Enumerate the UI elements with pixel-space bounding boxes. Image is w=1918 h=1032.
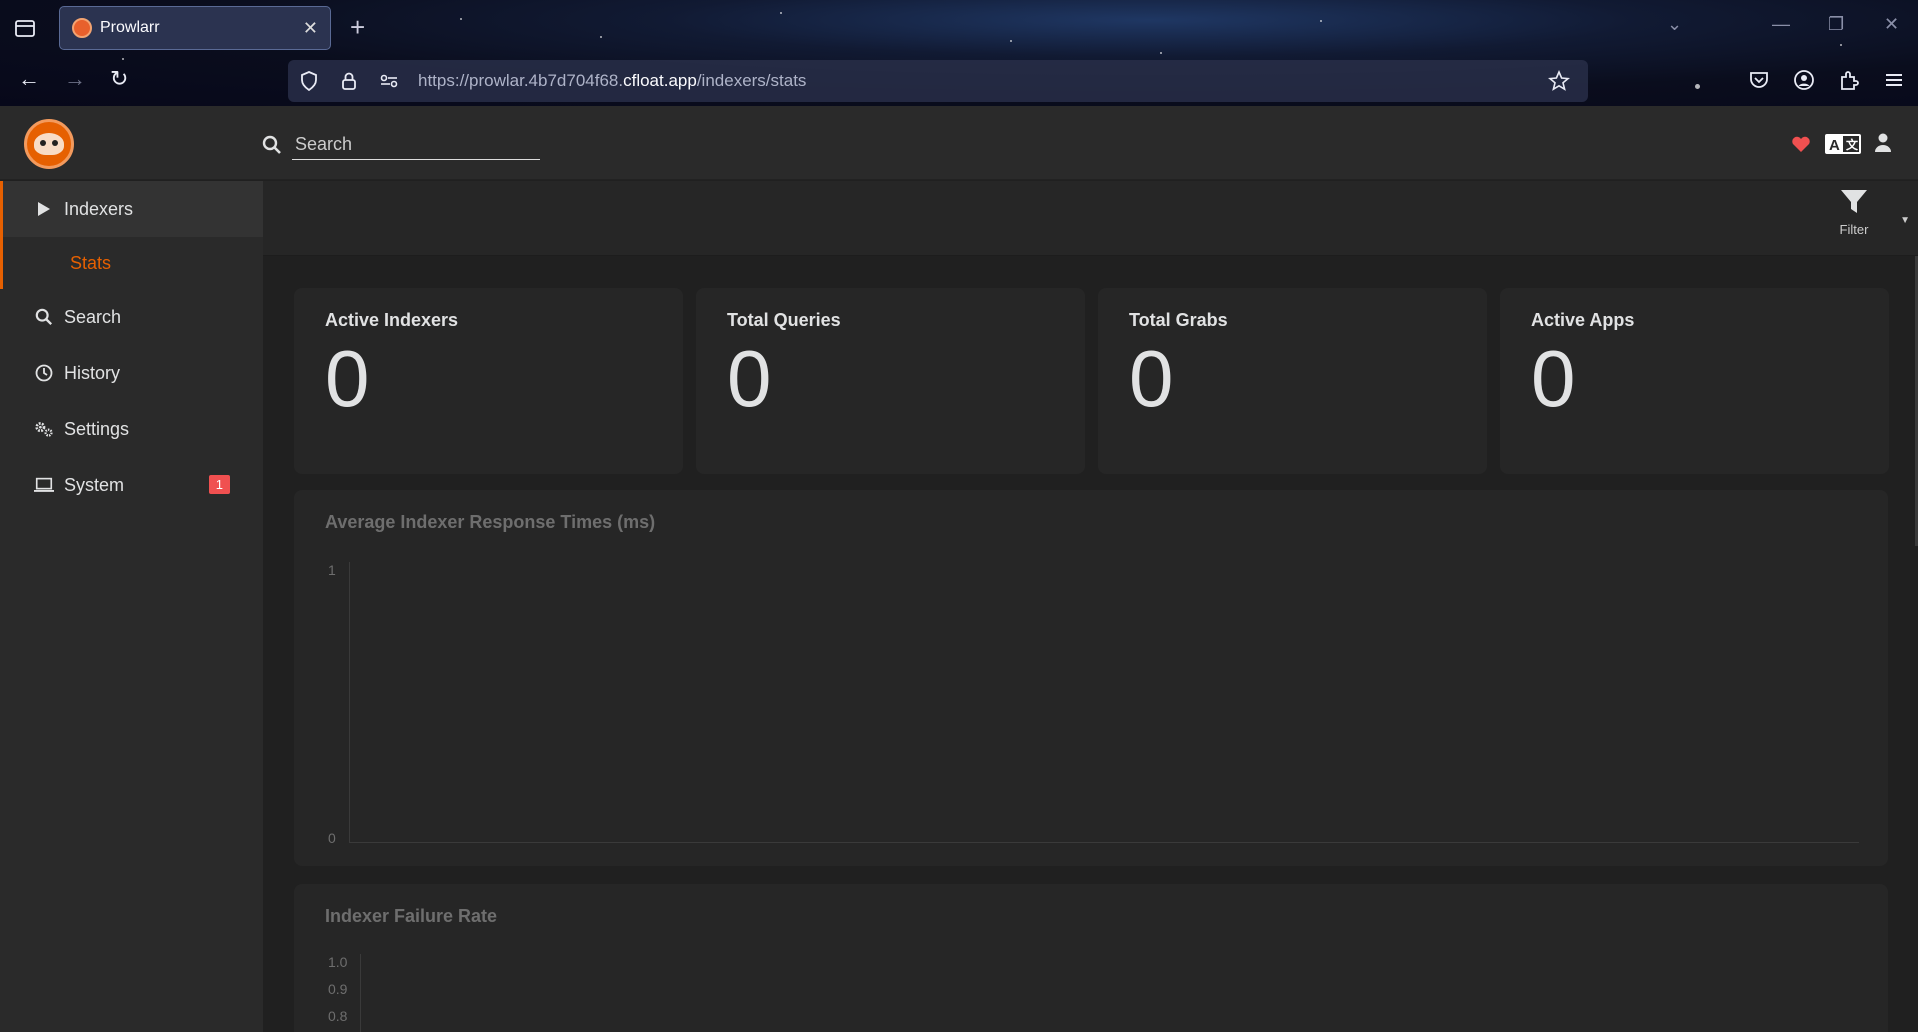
sidebar-item-label: Search (64, 306, 122, 327)
stat-value: 0 (1129, 334, 1174, 423)
reload-icon[interactable]: ↻ (110, 66, 128, 92)
stat-card-total-queries: Total Queries 0 (696, 288, 1085, 474)
chart-plot-area (349, 562, 1859, 843)
filter-icon (1841, 190, 1867, 213)
header-search (262, 130, 540, 160)
heart-icon[interactable] (1791, 135, 1811, 153)
search-input[interactable] (292, 130, 540, 160)
sidebar-item-settings[interactable]: Settings (0, 401, 263, 457)
forward-icon[interactable]: → (64, 66, 86, 92)
sidebar-item-label: Settings (64, 418, 130, 439)
chart-plot-area (360, 954, 361, 1032)
prowlarr-logo[interactable] (24, 119, 74, 169)
sidebar-item-indexers[interactable]: Indexers (0, 181, 263, 237)
browser-chrome: Prowlarr ✕ + ⌄ — ❐ ✕ ← → ↻ https://prowl… (0, 0, 1918, 106)
stat-label: Active Indexers (325, 310, 459, 330)
permissions-icon[interactable] (378, 70, 400, 92)
play-icon (34, 199, 54, 219)
filter-label: Filter (1839, 222, 1869, 237)
y-tick-label: 0.8 (328, 1008, 348, 1024)
sidebar-item-stats[interactable]: Stats (0, 237, 263, 289)
browser-tab[interactable]: Prowlarr ✕ (59, 6, 331, 50)
stat-label: Total Grabs (1129, 310, 1228, 330)
stat-label: Total Queries (727, 310, 841, 330)
url-domain: cfloat.app (623, 71, 697, 90)
stats-content: Active Indexers 0 Total Queries 0 Total … (263, 256, 1918, 1032)
stat-value: 0 (325, 334, 370, 423)
account-icon[interactable] (1792, 68, 1816, 92)
new-tab-icon[interactable]: + (350, 12, 365, 43)
extensions-icon[interactable] (1837, 68, 1861, 92)
chart-title: Average Indexer Response Times (ms) (325, 512, 656, 532)
chart-failure-rate: Indexer Failure Rate 1.0 0.9 0.8 (294, 884, 1888, 1032)
search-icon (262, 135, 281, 154)
tab-overflow-chevron-icon[interactable]: ⌄ (1667, 14, 1682, 35)
prowlarr-favicon (72, 18, 92, 38)
y-tick-label: 1.0 (328, 954, 348, 970)
page-toolbar: Filter ▼ (263, 181, 1918, 256)
stat-card-active-apps: Active Apps 0 (1500, 288, 1889, 474)
user-icon[interactable] (1874, 133, 1892, 153)
search-icon (34, 307, 54, 327)
sidebar-item-system[interactable]: System 1 (0, 457, 263, 513)
url-path: /indexers/stats (696, 71, 807, 90)
stat-card-total-grabs: Total Grabs 0 (1098, 288, 1487, 474)
tab-list-icon[interactable] (14, 17, 36, 39)
sidebar-item-label: System (64, 474, 125, 495)
pocket-icon[interactable] (1747, 68, 1771, 92)
shield-icon[interactable] (298, 70, 320, 92)
gears-icon (34, 419, 54, 439)
svg-text:文: 文 (1846, 137, 1859, 152)
translate-icon[interactable]: A 文 (1824, 132, 1862, 156)
url-prefix: https://prowlar.4b7d704f68. (418, 71, 624, 90)
restore-icon[interactable]: ❐ (1828, 14, 1844, 35)
window-close-icon[interactable]: ✕ (1884, 14, 1899, 35)
filter-dropdown-caret-icon[interactable]: ▼ (1900, 215, 1910, 226)
sidebar-item-label: History (64, 362, 121, 383)
chart-title: Indexer Failure Rate (325, 906, 498, 926)
sidebar-item-label: Indexers (64, 198, 134, 219)
y-tick-label: 0.9 (328, 981, 348, 997)
app-header: A 文 (0, 106, 1918, 180)
y-tick-label: 1 (328, 562, 336, 578)
clock-icon (34, 363, 54, 383)
close-tab-icon[interactable]: ✕ (303, 18, 318, 39)
tab-title: Prowlarr (100, 19, 160, 36)
url-bar[interactable]: https://prowlar.4b7d704f68.cfloat.app/in… (288, 60, 1588, 102)
sidebar-item-history[interactable]: History (0, 345, 263, 401)
chart-response-times: Average Indexer Response Times (ms) 1 0 (294, 490, 1888, 866)
back-icon[interactable]: ← (18, 66, 40, 92)
system-alert-badge: 1 (208, 475, 230, 494)
stat-value: 0 (727, 334, 772, 423)
stat-label: Active Apps (1531, 310, 1635, 330)
minimize-icon[interactable]: — (1772, 14, 1790, 35)
lock-icon[interactable] (338, 70, 360, 92)
sidebar-item-search[interactable]: Search (0, 289, 263, 345)
svg-text:A: A (1829, 137, 1840, 154)
menu-hamburger-icon[interactable] (1882, 68, 1906, 92)
stat-card-active-indexers: Active Indexers 0 (294, 288, 683, 474)
url-text[interactable]: https://prowlar.4b7d704f68.cfloat.app/in… (418, 71, 806, 91)
bookmark-star-icon[interactable] (1548, 70, 1570, 92)
laptop-icon (34, 475, 54, 495)
sidebar: Indexers Stats Search History Settings S… (0, 181, 263, 1032)
y-tick-label: 0 (328, 830, 336, 846)
filter-button[interactable]: Filter (1824, 189, 1884, 237)
stat-value: 0 (1531, 334, 1576, 423)
